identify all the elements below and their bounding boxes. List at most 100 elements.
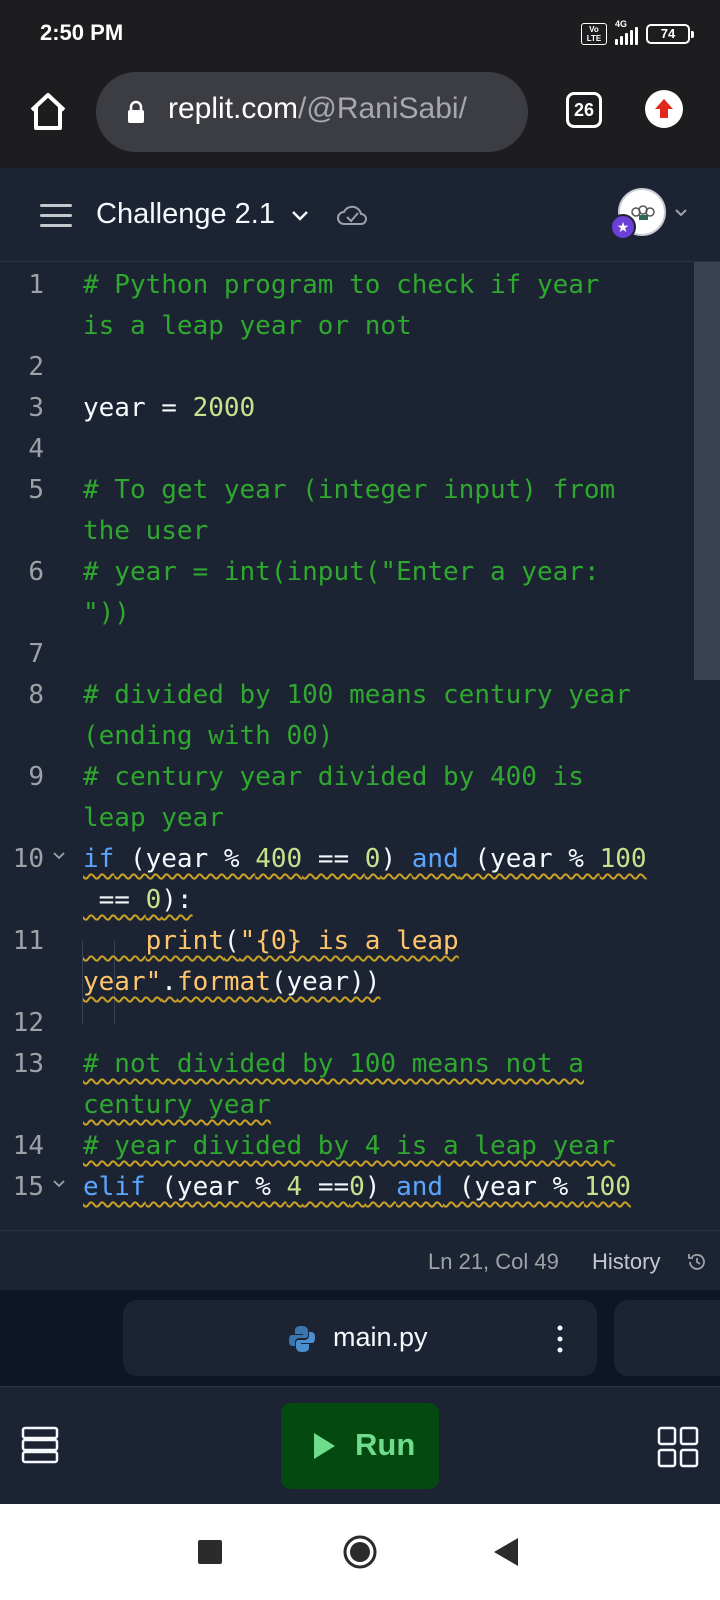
back-icon[interactable] [492,1536,520,1568]
play-icon [314,1433,335,1459]
status-icons: Vo LTE 4G 74 [581,19,694,48]
fold-chevron-icon[interactable] [52,848,66,862]
address-bar[interactable]: replit.com/@RaniSabi/ [96,72,528,152]
home-circle-icon[interactable] [342,1534,378,1570]
code-text: # To get year (integer input) from [83,475,616,505]
code-line[interactable]: 6 # year = int(input("Enter a year: [0,551,720,593]
code-line[interactable]: 3 year = 2000 [0,387,720,429]
code-text: elif (year % 4 ==0) and (year % 100 [83,1172,631,1202]
line-number: 10 [12,844,44,874]
code-line[interactable]: the user [0,510,720,552]
python-icon [289,1326,315,1352]
browser-bar: replit.com/@RaniSabi/ 26 [0,68,720,168]
grid-icon[interactable] [656,1425,700,1469]
run-button[interactable]: Run [281,1403,439,1489]
line-number: 12 [12,1008,44,1038]
line-number: 13 [12,1049,44,1079]
fold-chevron-icon[interactable] [52,1176,66,1190]
file-tab-bar: main.py [0,1290,720,1386]
home-icon[interactable] [26,90,70,134]
code-line[interactable]: 4 [0,428,720,470]
line-number: 5 [28,475,44,505]
code-line[interactable]: 15 elif (year % 4 ==0) and (year % 100 [0,1166,720,1208]
code-text: century year [83,1090,271,1120]
code-text: print("{0} is a leap [145,926,459,956]
code-editor[interactable]: 1 # Python program to check if year is a… [0,262,720,1230]
code-line[interactable]: century year [0,1084,720,1126]
history-button[interactable]: History [592,1249,660,1275]
line-number: 9 [28,762,44,792]
url-path: /@RaniSabi/ [298,92,467,125]
run-label: Run [355,1427,416,1462]
signal-icon: 4G [615,19,638,45]
file-name: main.py [333,1322,428,1352]
code-text: year = 2000 [83,393,256,423]
code-text: # Python program to check if year [83,270,600,300]
network-type: 4G [615,19,628,29]
code-text: ")) [83,598,130,628]
code-line[interactable]: ")) [0,592,720,634]
code-line[interactable]: 9 # century year divided by 400 is [0,756,720,798]
line-number: 1 [28,270,44,300]
code-line[interactable]: 2 [0,346,720,388]
code-text: the user [83,516,209,546]
code-line[interactable]: 12 [0,1002,720,1044]
code-line[interactable]: == 0): [0,879,720,921]
chevron-down-icon[interactable] [672,204,690,222]
star-badge-icon: ★ [610,214,636,240]
code-line[interactable]: 11 print("{0} is a leap [0,920,720,962]
code-text: # not divided by 100 means not a [83,1049,584,1079]
code-text: # divided by 100 means century year [83,680,631,710]
app-header: Challenge 2.1 ★ [0,168,720,262]
code-text: leap year [83,803,224,833]
line-number: 3 [28,393,44,423]
file-tab-next[interactable] [614,1300,720,1376]
code-line[interactable]: 10 if (year % 400 == 0) and (year % 100 [0,838,720,880]
code-line[interactable]: (ending with 00) [0,715,720,757]
cloud-check-icon[interactable] [336,202,368,230]
more-options-icon[interactable] [557,1324,563,1354]
line-number: 15 [12,1172,44,1202]
code-line[interactable]: 13 # not divided by 100 means not a [0,1043,720,1085]
history-icon[interactable] [686,1251,708,1273]
code-text: year".format(year)) [83,967,381,997]
code-text: is a leap year or not [83,311,412,341]
line-number: 2 [28,352,44,382]
editor-status-bar: Ln 21, Col 49 History [0,1230,720,1290]
recents-icon[interactable] [198,1540,222,1564]
line-number: 7 [28,639,44,669]
code-line[interactable]: 14 # year divided by 4 is a leap year [0,1125,720,1167]
volte-icon: Vo LTE [581,23,607,45]
code-line[interactable]: is a leap year or not [0,305,720,347]
code-line[interactable]: 1 # Python program to check if year [0,264,720,306]
avatar-image [631,205,655,220]
code-line[interactable]: 5 # To get year (integer input) from [0,469,720,511]
code-text: # year divided by 4 is a leap year [83,1131,616,1161]
line-number: 14 [12,1131,44,1161]
line-number: 8 [28,680,44,710]
editor-scrollbar[interactable] [694,262,720,680]
code-text: # century year divided by 400 is [83,762,584,792]
code-text: if (year % 400 == 0) and (year % 100 [83,844,647,874]
upload-button[interactable] [645,90,683,128]
repl-name[interactable]: Challenge 2.1 [96,198,275,231]
line-number: 11 [12,926,44,956]
status-bar: 2:50 PM Vo LTE 4G 74 [0,0,720,68]
line-number: 6 [28,557,44,587]
layers-icon[interactable] [20,1425,60,1465]
arrow-up-icon [655,99,673,118]
menu-icon[interactable] [40,204,72,228]
tab-switcher-button[interactable]: 26 [566,92,602,128]
code-line[interactable]: 7 [0,633,720,675]
code-text: # year = int(input("Enter a year: [83,557,600,587]
cursor-position: Ln 21, Col 49 [428,1249,559,1274]
code-line[interactable]: 8 # divided by 100 means century year [0,674,720,716]
chevron-down-icon[interactable] [288,204,312,228]
code-line[interactable]: leap year [0,797,720,839]
url-text: replit.com/@RaniSabi/ [168,92,508,126]
lock-icon [128,100,144,123]
code-text: (ending with 00) [83,721,334,751]
url-host: replit.com [168,92,299,125]
file-tab-main-py[interactable]: main.py [123,1300,597,1376]
code-line[interactable]: year".format(year)) [0,961,720,1003]
